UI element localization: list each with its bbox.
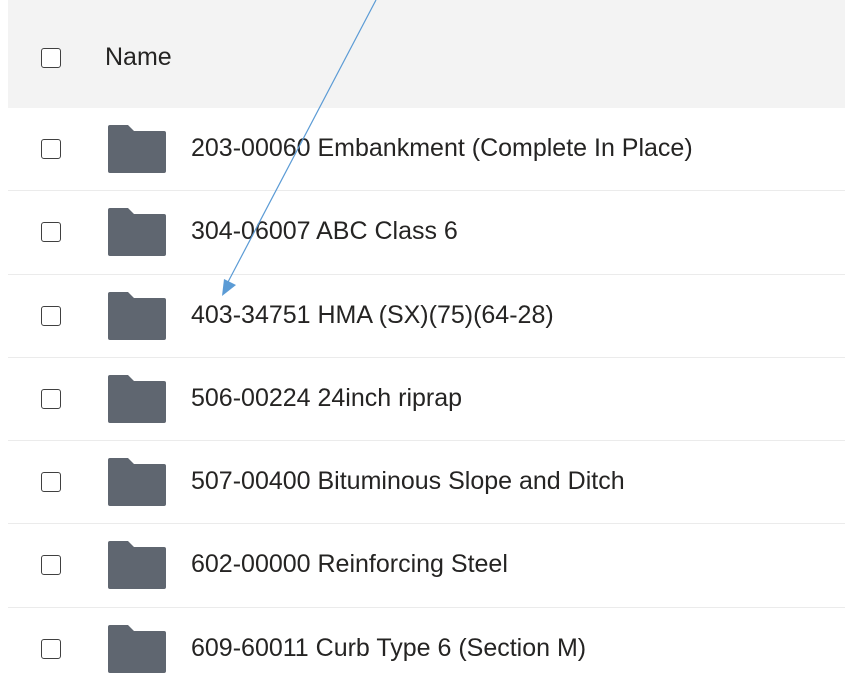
list-item[interactable]: 507-00400 Bituminous Slope and Ditch (8, 441, 845, 525)
folder-name[interactable]: 506-00224 24inch riprap (191, 381, 462, 415)
folder-name[interactable]: 203-00060 Embankment (Complete In Place) (191, 131, 693, 165)
row-checkbox[interactable] (41, 555, 61, 576)
list-item[interactable]: 403-34751 HMA (SX)(75)(64-28) (8, 275, 845, 358)
name-column-header[interactable]: Name (105, 40, 172, 74)
folder-icon (108, 125, 166, 173)
folder-name[interactable]: 602-00000 Reinforcing Steel (191, 547, 508, 581)
file-list-page: Name 203-00060 Embankment (Complete In P… (0, 0, 845, 674)
list-item[interactable]: 304-06007 ABC Class 6 (8, 191, 845, 275)
folder-name[interactable]: 304-06007 ABC Class 6 (191, 214, 458, 248)
row-checkbox[interactable] (41, 305, 61, 326)
folder-icon (108, 458, 166, 507)
folder-name[interactable]: 609-60011 Curb Type 6 (Section M) (191, 631, 586, 665)
folder-icon (108, 374, 166, 423)
folder-list: 203-00060 Embankment (Complete In Place)… (8, 108, 845, 674)
list-item[interactable]: 609-60011 Curb Type 6 (Section M) (8, 608, 845, 674)
row-checkbox[interactable] (41, 472, 61, 493)
folder-icon (108, 541, 166, 590)
row-checkbox[interactable] (41, 388, 61, 409)
folder-name[interactable]: 507-00400 Bituminous Slope and Ditch (191, 464, 625, 498)
list-item[interactable]: 203-00060 Embankment (Complete In Place) (8, 108, 845, 192)
folder-icon (108, 291, 166, 340)
row-checkbox[interactable] (41, 139, 61, 159)
folder-icon (108, 208, 166, 257)
folder-name[interactable]: 403-34751 HMA (SX)(75)(64-28) (191, 298, 554, 332)
select-all-checkbox[interactable] (41, 48, 61, 68)
folder-icon (108, 624, 166, 673)
list-header: Name (8, 0, 845, 108)
list-item[interactable]: 602-00000 Reinforcing Steel (8, 524, 845, 608)
row-checkbox[interactable] (41, 222, 61, 243)
row-checkbox[interactable] (41, 638, 61, 659)
list-item[interactable]: 506-00224 24inch riprap (8, 358, 845, 442)
